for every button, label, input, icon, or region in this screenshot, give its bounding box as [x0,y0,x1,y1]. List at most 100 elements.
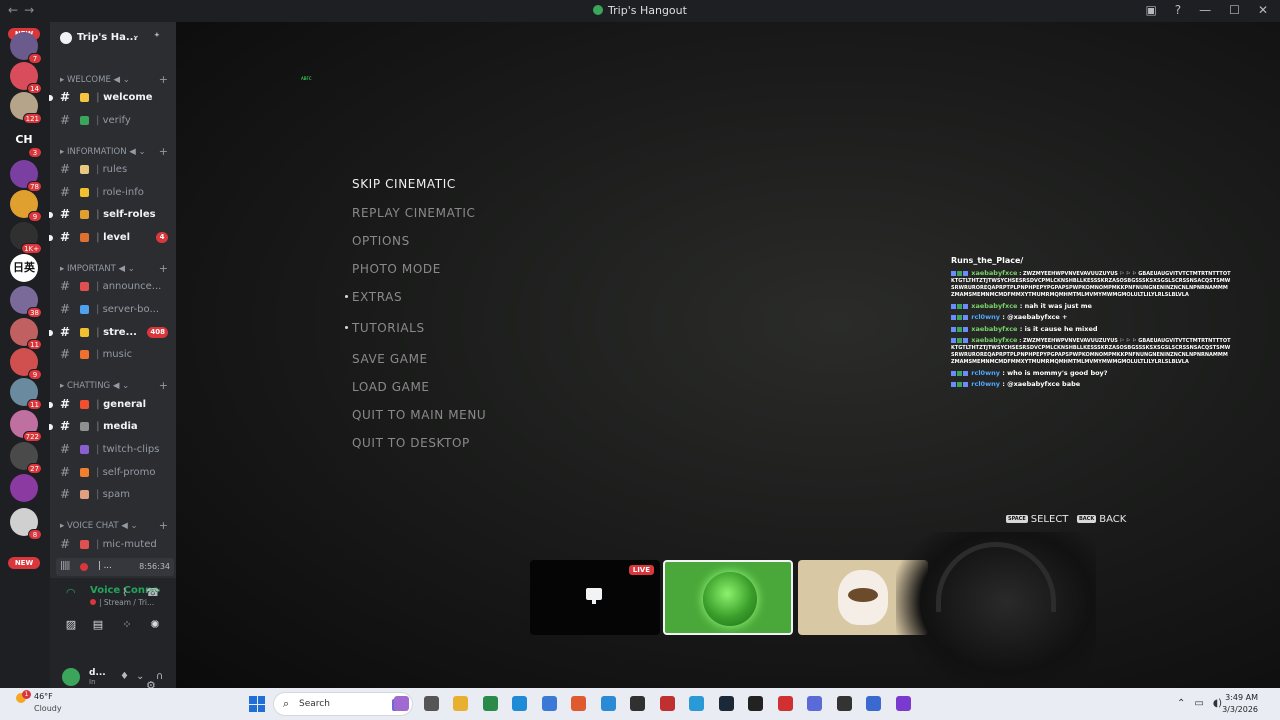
menu-item-replay-cinematic[interactable]: REPLAY CINEMATIC [352,206,476,220]
server-icon[interactable]: 9 [10,348,42,380]
chevron-down-icon[interactable]: ⌄ [132,31,140,41]
start-button[interactable] [249,696,265,712]
taskbar-app-icon[interactable] [748,696,763,711]
taskbar-app-icon[interactable] [394,696,409,711]
server-icon[interactable] [10,474,38,502]
server-icon[interactable]: 8 [10,508,42,540]
taskbar-app-icon[interactable] [630,696,645,711]
taskbar-app-icon[interactable] [807,696,822,711]
taskbar-app-icon[interactable] [659,696,675,711]
menu-item-load-game[interactable]: LOAD GAME [352,380,430,394]
menu-item-quit-to-desktop[interactable]: QUIT TO DESKTOP [352,436,470,450]
chevron-down-icon[interactable]: ⌄ [136,671,144,682]
inbox-icon[interactable]: ▣ [1145,3,1156,17]
server-icon[interactable]: 78 [10,160,42,192]
channel-twitch-clips[interactable]: # twitch-clips [56,441,174,459]
headphones-icon[interactable]: ∩ [156,671,163,682]
menu-item-options[interactable]: OPTIONS [352,234,410,248]
server-icon[interactable]: 14 [10,62,42,94]
add-channel-icon[interactable]: + [159,379,168,392]
channel-category[interactable]: ▸ INFORMATION ◀ ⌄ + [60,145,172,158]
microphone-icon[interactable]: ♦ [120,671,129,682]
taskbar-app-icon[interactable] [482,696,498,711]
server-icon[interactable]: 7 [10,32,42,64]
add-channel-icon[interactable]: + [159,73,168,86]
channel-category[interactable]: ▸ VOICE CHAT ◀ ⌄ + [60,519,172,532]
taskbar-app-icon[interactable] [689,696,704,711]
channel-emoji-icon [80,233,89,242]
add-channel-icon[interactable]: + [159,519,168,532]
channel-role-info[interactable]: # role-info [56,184,174,202]
server-icon[interactable]: 121 [10,92,42,124]
channel-self-promo[interactable]: # self-promo [56,464,174,482]
avatar[interactable] [62,668,80,686]
stream-tile-selected[interactable] [663,560,793,635]
close-button[interactable]: ✕ [1258,3,1268,17]
voice-channel-row[interactable]: ||||| | ... 8:56:34 [56,558,174,576]
add-channel-icon[interactable]: + [159,262,168,275]
channel-spam[interactable]: # spam [56,486,174,504]
taskbar-app-icon[interactable] [718,696,734,711]
taskbar-app-icon[interactable] [423,696,439,711]
server-icon[interactable]: 日英 [10,254,38,282]
channel-level[interactable]: # level 4 [49,229,174,247]
activities-icon[interactable]: ⁘ [116,618,138,634]
channel-category[interactable]: ▸ WELCOME ◀ ⌄ + [60,73,172,86]
screen-share-icon[interactable]: ▤ [87,618,109,634]
camera-off-icon[interactable]: ▨ [60,618,82,634]
menu-item-photo-mode[interactable]: PHOTO MODE [352,262,441,276]
chat-badge-icon [963,303,968,309]
hash-icon: # [60,162,71,176]
tray-overflow-icon[interactable]: ⌃ [1177,698,1185,709]
menu-item-skip-cinematic[interactable]: SKIP CINEMATIC [352,177,456,191]
server-header[interactable]: Trip's Ha... ⌄ ⁺ [50,22,176,54]
server-icon[interactable]: 11 [10,318,42,350]
channel-music[interactable]: # music [56,346,174,364]
server-icon[interactable]: 11 [10,378,42,410]
invite-people-icon[interactable]: ⁺ [154,30,160,43]
taskbar-search[interactable]: ⌕ Search [273,692,413,716]
soundboard-icon[interactable]: ✺ [144,618,166,634]
menu-item-quit-to-main-menu[interactable]: QUIT TO MAIN MENU [352,408,486,422]
server-icon[interactable]: CH 3 [10,126,42,158]
disconnect-icon[interactable]: ☎ [146,586,160,599]
taskbar-app-icon[interactable] [453,696,468,711]
menu-item-extras[interactable]: EXTRAS [352,290,402,304]
channel-welcome[interactable]: # welcome [49,89,174,107]
menu-item-save-game[interactable]: SAVE GAME [352,352,428,366]
taskbar-app-icon[interactable] [600,696,616,711]
server-icon[interactable]: 27 [10,442,42,474]
add-channel-icon[interactable]: + [159,145,168,158]
stream-tile-screen[interactable]: LIVE [530,560,660,635]
channel-category[interactable]: ▸ CHATTING ◀ ⌄ + [60,379,172,392]
server-icon[interactable]: 38 [10,286,42,318]
volume-icon[interactable]: ◖) [1213,698,1222,709]
taskbar-app-icon[interactable] [571,696,586,711]
clock[interactable]: 3:49 AM 3/3/2026 [1222,692,1258,716]
channel-self-roles[interactable]: # self-roles [49,206,174,224]
channel-announce[interactable]: # announce... [56,278,174,296]
channel-mic-muted[interactable]: # mic-muted [56,536,174,554]
display-icon[interactable]: ▭ [1194,698,1203,709]
taskbar-app-icon[interactable] [777,696,793,711]
minimize-button[interactable]: — [1199,3,1211,17]
channel-category[interactable]: ▸ IMPORTANT ◀ ⌄ + [60,262,172,275]
server-icon[interactable]: 9 [10,190,42,222]
menu-item-tutorials[interactable]: TUTORIALS [352,321,425,335]
channel-rules[interactable]: # rules [56,161,174,179]
server-icon[interactable]: 1K+ [10,222,42,254]
noise-suppression-icon[interactable]: ⌇ [122,586,127,599]
maximize-button[interactable]: ☐ [1229,3,1240,17]
channel-general[interactable]: # general [49,396,174,414]
server-icon[interactable]: 722 [10,410,42,442]
taskbar-app-icon[interactable] [895,696,911,711]
channel-stre[interactable]: # stre... 408 [49,324,174,342]
channel-verify[interactable]: # verify [56,112,174,130]
channel-media[interactable]: # media [49,418,174,436]
taskbar-app-icon[interactable] [541,696,557,711]
taskbar-app-icon[interactable] [836,696,852,711]
help-icon[interactable]: ? [1175,3,1181,17]
channel-server-bo[interactable]: # server-bo... [56,301,174,319]
taskbar-app-icon[interactable] [866,696,881,711]
taskbar-app-icon[interactable] [512,696,527,711]
